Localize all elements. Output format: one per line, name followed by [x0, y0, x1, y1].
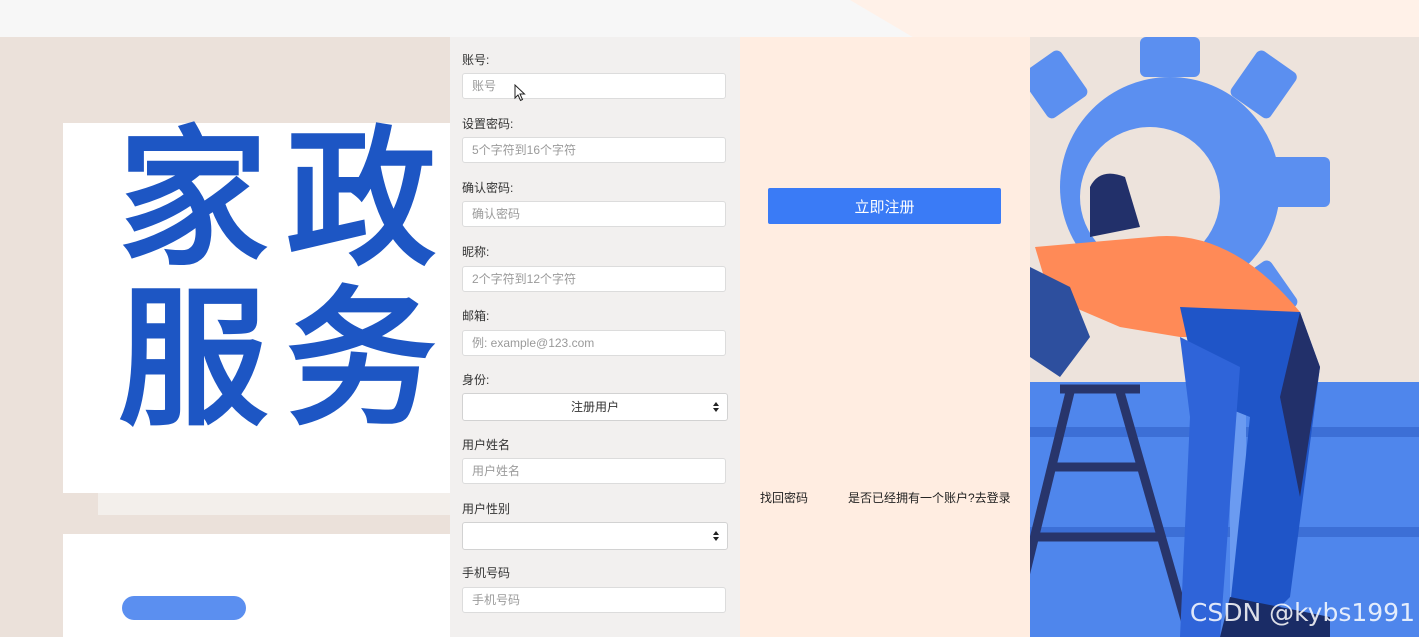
mouse-pointer-icon	[514, 84, 526, 102]
find-password-link[interactable]: 找回密码	[760, 489, 808, 506]
select-arrows-icon	[713, 531, 719, 541]
account-input[interactable]	[462, 73, 726, 99]
top-bar-accent	[850, 0, 1419, 37]
right-worker-illustration: CSDN @kybs1991	[1030, 37, 1419, 637]
action-panel: 立即注册 找回密码 是否已经拥有一个账户?去登录	[740, 37, 1030, 637]
watermark: CSDN @kybs1991	[1189, 598, 1415, 627]
confirm-password-input[interactable]	[462, 201, 726, 227]
worker-illustration	[1030, 37, 1419, 637]
nickname-label: 昵称:	[462, 245, 490, 259]
select-arrows-icon	[713, 402, 719, 412]
banner-card-lower	[63, 534, 450, 637]
go-login-link[interactable]: 是否已经拥有一个账户?去登录	[848, 489, 1011, 506]
confirm-password-label: 确认密码:	[462, 181, 514, 195]
realname-label: 用户姓名	[462, 438, 511, 452]
identity-label: 身份:	[462, 373, 490, 387]
phone-label: 手机号码	[462, 566, 511, 580]
register-button[interactable]: 立即注册	[768, 188, 1001, 224]
account-label: 账号:	[462, 53, 490, 67]
identity-select[interactable]: 注册用户	[462, 393, 728, 421]
banner-title-line2: 服务	[118, 273, 450, 447]
password-input[interactable]	[462, 137, 726, 163]
identity-select-value: 注册用户	[570, 400, 619, 414]
password-label: 设置密码:	[462, 117, 514, 131]
email-input[interactable]	[462, 330, 726, 356]
banner-pill-decoration	[122, 596, 246, 620]
left-banner-illustration: 家政 服务	[0, 37, 450, 637]
email-label: 邮箱:	[462, 309, 490, 323]
nickname-input[interactable]	[462, 266, 726, 292]
banner-card-shadow	[98, 493, 450, 515]
phone-input[interactable]	[462, 587, 726, 613]
realname-input[interactable]	[462, 458, 726, 484]
registration-form: 账号: 设置密码: 确认密码: 昵称: 邮箱: 身份: 注册用户 用户姓名 用户…	[450, 37, 740, 637]
banner-title-line1: 家政	[118, 113, 450, 287]
top-bar	[0, 0, 1419, 37]
gender-label: 用户性别	[462, 502, 511, 516]
gender-select[interactable]	[462, 522, 728, 550]
